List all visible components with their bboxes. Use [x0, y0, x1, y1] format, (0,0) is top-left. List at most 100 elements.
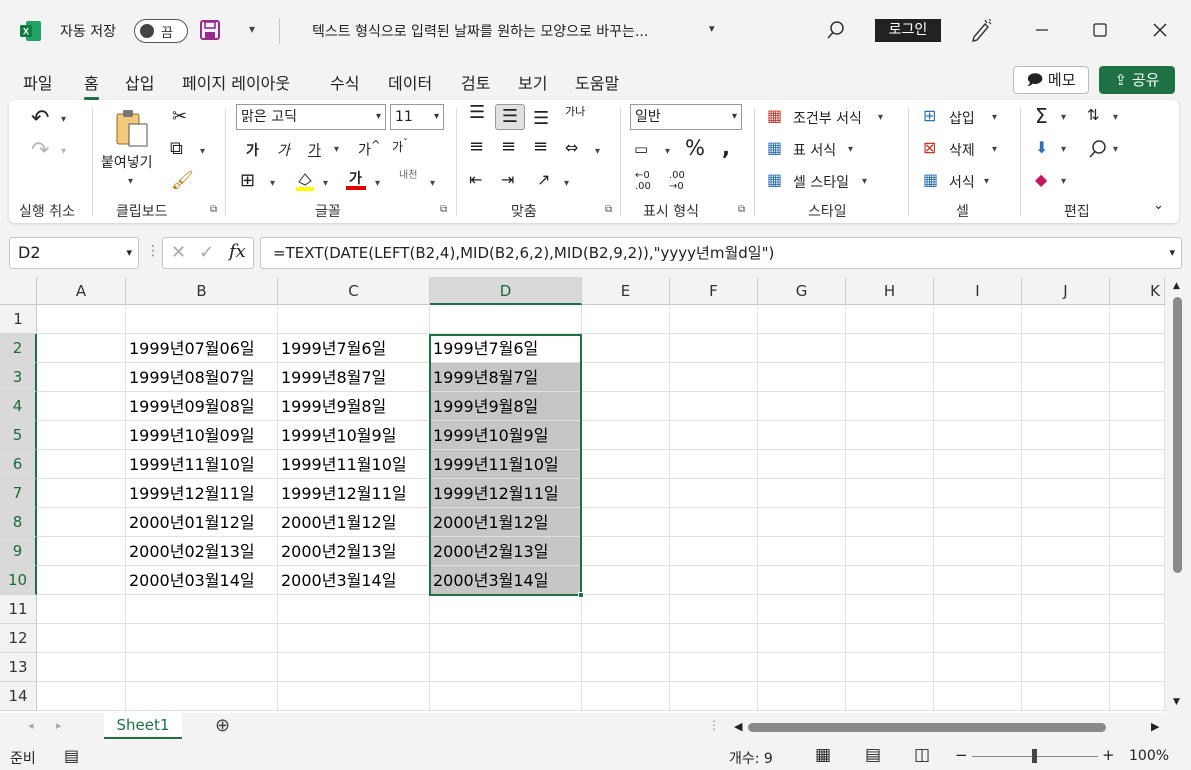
cell-a10[interactable] — [37, 566, 126, 595]
font-size-combo[interactable]: 11 ▾ — [390, 104, 444, 130]
cell-e1[interactable] — [582, 305, 670, 334]
cell-f8[interactable] — [670, 508, 758, 537]
cell-j9[interactable] — [1022, 537, 1110, 566]
prev-sheet-icon[interactable]: ◂ — [28, 719, 34, 732]
cell-e7[interactable] — [582, 479, 670, 508]
cell-i2[interactable] — [934, 334, 1022, 363]
cell-j4[interactable] — [1022, 392, 1110, 421]
cell-c3[interactable]: 1999년8월7일 — [278, 363, 430, 392]
cell-e2[interactable] — [582, 334, 670, 363]
cell-j7[interactable] — [1022, 479, 1110, 508]
cell-e11[interactable] — [582, 595, 670, 624]
cell-h13[interactable] — [846, 653, 934, 682]
cell-d10[interactable]: 2000년3월14일 — [430, 566, 582, 595]
cell-j3[interactable] — [1022, 363, 1110, 392]
cell-g11[interactable] — [758, 595, 846, 624]
cell-g4[interactable] — [758, 392, 846, 421]
maximize-icon[interactable] — [1088, 18, 1112, 42]
cell-c2[interactable]: 1999년7월6일 — [278, 334, 430, 363]
cell-g13[interactable] — [758, 653, 846, 682]
tab-insert[interactable]: 삽입 — [125, 70, 154, 94]
fill-dropdown-icon[interactable]: ▾ — [1061, 144, 1066, 155]
tab-home[interactable]: 홈 — [84, 70, 99, 100]
format-cells-dropdown-icon[interactable]: ▾ — [984, 176, 989, 187]
cell-e10[interactable] — [582, 566, 670, 595]
cell-c13[interactable] — [278, 653, 430, 682]
cell-a9[interactable] — [37, 537, 126, 566]
fill-icon[interactable]: ⬇ — [1035, 138, 1048, 157]
cell-h10[interactable] — [846, 566, 934, 595]
cell-g9[interactable] — [758, 537, 846, 566]
page-layout-view-icon[interactable]: ▤ — [865, 745, 881, 765]
title-dropdown-icon[interactable]: ▾ — [709, 22, 715, 35]
cell-k1[interactable] — [1110, 305, 1165, 334]
comma-style-icon[interactable]: , — [722, 136, 730, 160]
column-header-k[interactable]: K — [1110, 277, 1165, 305]
cell-k4[interactable] — [1110, 392, 1165, 421]
column-header-f[interactable]: F — [670, 277, 758, 305]
cell-b9[interactable]: 2000년02월13일 — [126, 537, 278, 566]
expand-formula-icon[interactable]: ▾ — [1169, 238, 1175, 268]
cell-c5[interactable]: 1999년10월9일 — [278, 421, 430, 450]
orientation-dropdown-icon[interactable]: ▾ — [564, 178, 569, 189]
cell-f14[interactable] — [670, 682, 758, 711]
cell-k10[interactable] — [1110, 566, 1165, 595]
cell-b10[interactable]: 2000년03월14일 — [126, 566, 278, 595]
row-header-14[interactable]: 14 — [0, 682, 37, 711]
decrease-font-icon[interactable]: 가ˇ — [392, 138, 408, 155]
cell-styles-dropdown-icon[interactable]: ▾ — [862, 176, 867, 187]
cell-i14[interactable] — [934, 682, 1022, 711]
underline-icon[interactable]: 가 — [308, 140, 321, 160]
cell-e6[interactable] — [582, 450, 670, 479]
number-launcher-icon[interactable]: ⧉ — [738, 204, 745, 215]
cell-e3[interactable] — [582, 363, 670, 392]
cell-g14[interactable] — [758, 682, 846, 711]
zoom-slider-thumb[interactable] — [1032, 749, 1037, 763]
increase-indent-icon[interactable]: ⇥ — [501, 170, 514, 189]
autosum-dropdown-icon[interactable]: ▾ — [1061, 112, 1066, 123]
column-header-b[interactable]: B — [126, 277, 278, 305]
cell-k9[interactable] — [1110, 537, 1165, 566]
cell-j1[interactable] — [1022, 305, 1110, 334]
orientation-icon[interactable]: ↗ — [537, 170, 550, 189]
cell-h8[interactable] — [846, 508, 934, 537]
format-table-icon[interactable]: ▦ — [767, 138, 782, 157]
copy-dropdown-icon[interactable]: ▾ — [200, 146, 205, 157]
add-sheet-icon[interactable]: ⊕ — [215, 715, 230, 736]
cell-i1[interactable] — [934, 305, 1022, 334]
cell-f7[interactable] — [670, 479, 758, 508]
cell-c7[interactable]: 1999년12월11일 — [278, 479, 430, 508]
cell-k6[interactable] — [1110, 450, 1165, 479]
cell-h6[interactable] — [846, 450, 934, 479]
cell-f5[interactable] — [670, 421, 758, 450]
cell-f13[interactable] — [670, 653, 758, 682]
increase-decimal-icon[interactable]: ←0.00 — [635, 170, 651, 192]
format-cells-icon[interactable]: ▦ — [923, 170, 938, 189]
clear-icon[interactable]: ◆ — [1035, 170, 1047, 189]
cell-c4[interactable]: 1999년9월8일 — [278, 392, 430, 421]
cell-f6[interactable] — [670, 450, 758, 479]
cell-a2[interactable] — [37, 334, 126, 363]
hanja-icon[interactable]: 내천 — [399, 170, 417, 181]
pen-icon[interactable] — [970, 18, 992, 42]
cell-b11[interactable] — [126, 595, 278, 624]
row-header-6[interactable]: 6 — [0, 450, 37, 479]
memo-button[interactable]: 🗩 메모 — [1013, 66, 1089, 94]
align-middle-icon[interactable]: ☰ — [495, 104, 525, 130]
column-header-c[interactable]: C — [278, 277, 430, 305]
cell-j2[interactable] — [1022, 334, 1110, 363]
cell-i8[interactable] — [934, 508, 1022, 537]
paste-label[interactable]: 붙여넣기 — [101, 152, 153, 172]
cell-i10[interactable] — [934, 566, 1022, 595]
cell-f10[interactable] — [670, 566, 758, 595]
align-bottom-icon[interactable]: ☰ — [533, 108, 549, 129]
cell-g5[interactable] — [758, 421, 846, 450]
sort-filter-icon[interactable]: ⇅ — [1087, 106, 1100, 124]
cell-e13[interactable] — [582, 653, 670, 682]
page-break-view-icon[interactable]: ◫ — [914, 745, 930, 765]
cell-a14[interactable] — [37, 682, 126, 711]
align-top-icon[interactable]: ☰ — [469, 102, 485, 123]
accounting-dropdown-icon[interactable]: ▾ — [665, 146, 670, 157]
row-header-8[interactable]: 8 — [0, 508, 37, 537]
cell-c1[interactable] — [278, 305, 430, 334]
